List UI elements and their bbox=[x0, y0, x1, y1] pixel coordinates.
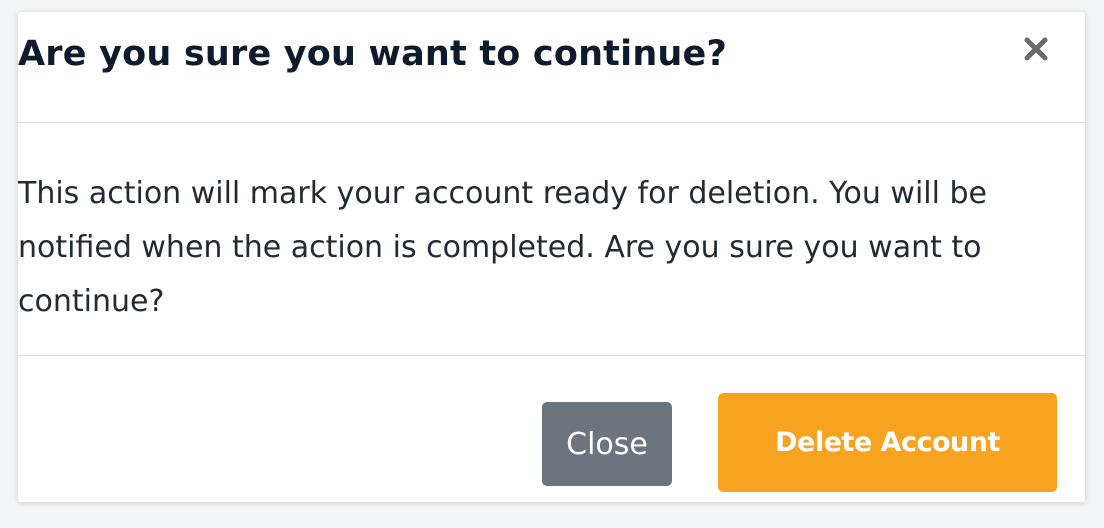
dialog-body: This action will mark your account ready… bbox=[18, 123, 1085, 356]
delete-account-button[interactable]: Delete Account bbox=[718, 393, 1057, 492]
close-button[interactable]: Close bbox=[542, 402, 672, 486]
dialog-title: Are you sure you want to continue? bbox=[18, 34, 727, 74]
dialog-header: Are you sure you want to continue? bbox=[18, 12, 1085, 123]
close-icon[interactable] bbox=[1021, 34, 1051, 64]
dialog-footer: Close Delete Account bbox=[18, 356, 1085, 502]
confirm-dialog: Are you sure you want to continue? This … bbox=[18, 12, 1085, 502]
dialog-message: This action will mark your account ready… bbox=[18, 176, 987, 319]
